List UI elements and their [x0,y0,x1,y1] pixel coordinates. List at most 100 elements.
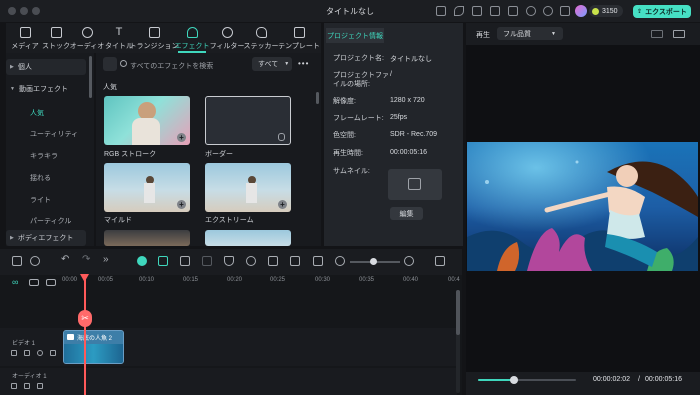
lock-icon[interactable] [50,350,56,356]
effects-filter-dropdown[interactable]: すべて ▼ [252,57,292,71]
snapshot-icon[interactable] [673,30,685,38]
add-effect-button[interactable]: + [177,133,186,142]
record-screen-icon[interactable] [180,256,190,266]
eye-icon[interactable] [37,350,43,356]
headset-icon[interactable] [543,6,553,16]
sidebar-subitem-sparkle[interactable]: キラキラ [30,151,58,161]
ai-effect-icon[interactable] [158,256,168,266]
quality-dropdown[interactable]: フル品質 ▼ [497,27,563,40]
export-label: エクスポート [645,8,687,16]
undo-icon[interactable]: ↶ [61,255,71,266]
tab-project-info[interactable]: プロジェクト情報 [326,28,384,43]
scissors-icon[interactable]: ✂ [78,310,92,327]
add-effect-button[interactable]: + [278,200,287,209]
tab-transition[interactable]: トランジション [130,23,179,53]
redo-icon[interactable]: ↷ [82,255,92,266]
snapshot-icon[interactable] [313,256,323,266]
info-value-project-name: タイトルなし [390,56,432,63]
credits-badge[interactable]: 3150 [589,5,623,17]
zoom-in-icon[interactable] [404,256,414,266]
tab-template[interactable]: テンプレート [278,23,320,53]
export-button[interactable]: ⇪ エクスポート [633,5,691,18]
tab-audio[interactable]: オーディオ [70,23,104,53]
sidebar-subitem-utility[interactable]: ユーティリティ [30,129,78,139]
folder-icon[interactable] [11,383,17,389]
link-icon[interactable]: ∞ [12,278,21,287]
tab-sticker[interactable]: ステッカー [244,23,279,53]
select-tool-icon[interactable] [30,256,40,266]
lock-icon[interactable] [37,383,43,389]
zoom-out-icon[interactable] [335,256,345,266]
coin-icon [592,7,599,15]
thumbnail-preview[interactable] [388,169,442,200]
ruler-tick: 00:20 [227,277,243,283]
tab-media[interactable]: メディア [8,23,42,53]
save-icon[interactable] [508,6,518,16]
mask-icon[interactable] [202,256,212,266]
sidebar-subitem-shake[interactable]: 揺れる [30,173,51,183]
ai-tool-icon[interactable] [137,256,147,266]
shield-icon[interactable] [224,256,234,266]
sidebar-subitem-particle[interactable]: パーティクル [30,216,71,226]
time-separator: / [638,376,640,383]
effect-label: マイルド [104,217,132,224]
effects-scrollbar[interactable] [316,92,319,104]
video-clip[interactable]: 海底の人魚 2 [63,330,124,364]
add-track-icon[interactable] [46,279,56,286]
tab-filter[interactable]: フィルター [210,23,244,53]
timeline-ruler[interactable] [62,275,462,287]
more-tools-icon[interactable]: » [103,255,113,266]
grid-icon[interactable] [560,6,570,16]
folder-icon[interactable] [11,350,17,356]
speaker-icon[interactable] [24,350,30,356]
effects-icon [186,27,198,38]
timeline-scrollbar-thumb[interactable] [456,290,460,335]
credits-count: 3150 [602,7,618,15]
filter-toggle-button[interactable] [103,57,117,71]
media-library-icon[interactable] [472,6,482,16]
tab-stock[interactable]: ストック [39,23,73,53]
effect-label: エクストリーム [205,217,254,224]
sidebar-item-label: 動画エフェクト [18,86,68,93]
audio-track[interactable] [62,368,457,395]
sidebar-item-personal[interactable]: ▶ 個人 [6,59,86,75]
chevron-right-icon: ▶ [10,235,14,241]
ruler-tick: 00:00 [62,277,78,283]
edit-thumbnail-button[interactable]: 編集 [390,207,423,220]
grid-view-icon[interactable] [651,30,663,38]
search-input[interactable]: すべてのエフェクトを検索 [130,61,213,71]
preview-label: 再生 [476,32,490,39]
clip-label: 海底の人魚 2 [77,336,113,342]
audio-track-icon[interactable] [268,256,278,266]
sidebar-subitem-light[interactable]: ライト [30,195,51,205]
sidebar-scrollbar[interactable] [89,56,92,98]
info-value-resolution: 1280 x 720 [390,97,425,104]
add-effect-button[interactable]: + [177,200,186,209]
timeline-settings-icon[interactable] [435,256,445,266]
chevron-right-icon: ▶ [10,64,14,70]
effect-thumbnail[interactable] [104,230,190,246]
send-icon[interactable] [454,6,464,16]
cloud-upload-icon[interactable] [526,6,536,16]
filter-icon [221,27,233,38]
sidebar-item-body-effects[interactable]: ▶ ボディエフェクト [6,230,86,246]
magnet-icon[interactable] [29,279,39,286]
effect-thumbnail[interactable] [205,230,291,246]
tab-label: オーディオ [69,43,105,50]
sidebar-item-video-effects[interactable]: ▼ 動画エフェクト [6,81,86,97]
media-icon [19,27,31,38]
monitor-icon[interactable] [490,6,500,16]
chevron-down-icon: ▼ [551,30,556,37]
zoom-slider-handle[interactable] [370,258,377,265]
gift-icon[interactable] [436,6,446,16]
speaker-icon[interactable] [24,383,30,389]
playhead[interactable] [84,274,86,395]
avatar[interactable] [575,5,587,17]
layout-grid-icon[interactable] [12,256,22,266]
caption-icon[interactable] [290,256,300,266]
more-options-icon[interactable]: ••• [298,59,309,68]
sidebar-subitem-popular[interactable]: 人気 [30,108,44,118]
tab-effects[interactable]: エフェクト [175,23,210,53]
transition-icon [148,27,160,38]
microphone-icon[interactable] [246,256,256,266]
